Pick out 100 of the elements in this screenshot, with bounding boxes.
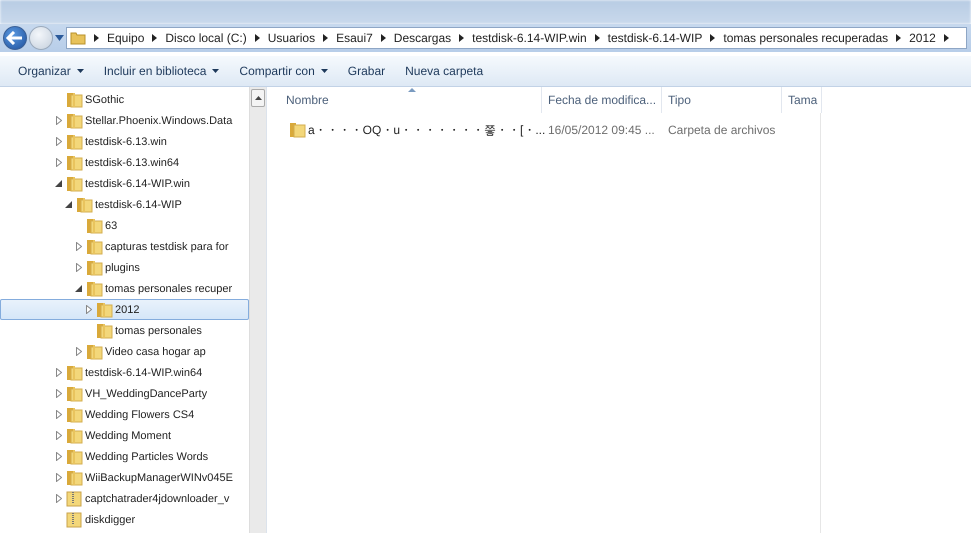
chevron-icon[interactable]: [459, 34, 464, 42]
sort-arrow-icon: [408, 88, 416, 92]
caret-icon: [76, 69, 84, 73]
folder-icon: [85, 280, 103, 296]
expand-arrow-icon[interactable]: [56, 368, 62, 377]
breadcrumb-item[interactable]: testdisk-6.14-WIP: [608, 31, 702, 45]
folder-icon: [65, 386, 83, 402]
folder-icon: [65, 428, 83, 444]
expand-arrow-icon[interactable]: [56, 473, 62, 482]
caret-icon: [212, 69, 220, 73]
folder-icon: [75, 196, 93, 212]
breadcrumb-item[interactable]: tomas personales recuperadas: [723, 31, 888, 45]
folder-icon: [65, 406, 83, 422]
tree-item[interactable]: testdisk-6.14-WIP.win64: [0, 362, 249, 383]
breadcrumb-item[interactable]: Esaui7: [336, 31, 373, 45]
tree-item[interactable]: Wedding Moment: [0, 425, 249, 446]
tree-item[interactable]: VH_WeddingDanceParty: [0, 383, 249, 404]
folder-icon: [65, 448, 83, 464]
folder-icon: [65, 112, 83, 128]
expand-arrow-icon[interactable]: [56, 410, 62, 419]
tree-item[interactable]: 2012: [0, 299, 249, 320]
back-button[interactable]: [3, 26, 27, 50]
breadcrumb-item[interactable]: Descargas: [394, 31, 452, 45]
chevron-icon[interactable]: [254, 34, 260, 42]
folder-icon: [85, 238, 103, 254]
folder-icon: [95, 322, 113, 338]
tree-item[interactable]: 63: [0, 215, 249, 236]
tree-item[interactable]: WiiBackupManagerWINv045E: [0, 467, 249, 488]
chevron-icon[interactable]: [594, 34, 600, 42]
scrollbar[interactable]: [249, 87, 266, 533]
expand-arrow-icon[interactable]: [56, 431, 62, 440]
folder-icon: [65, 470, 83, 486]
collapse-arrow-icon[interactable]: [55, 180, 62, 187]
chevron-icon[interactable]: [896, 34, 902, 42]
tree-item[interactable]: testdisk-6.14-WIP.win: [0, 173, 249, 194]
breadcrumb-item[interactable]: Usuarios: [268, 31, 316, 45]
address-bar[interactable]: Equipo Disco local (C:) Usuarios Esaui7 Descargas testdisk-6.14-WIP.win testdisk-6.14-WIP tomas personales recuperadas 2012: [66, 27, 967, 49]
chevron-icon[interactable]: [710, 34, 716, 42]
collapse-arrow-icon[interactable]: [65, 201, 72, 208]
breadcrumb-item[interactable]: Equipo: [107, 31, 144, 45]
history-dropdown-icon[interactable]: [55, 35, 64, 41]
folder-icon: [288, 122, 306, 138]
expand-arrow-icon[interactable]: [76, 263, 82, 272]
expand-arrow-icon[interactable]: [86, 305, 92, 314]
toolbar-button[interactable]: Incluir en biblioteca: [94, 60, 230, 82]
tree-item[interactable]: diskdigger: [0, 509, 249, 530]
column-header[interactable]: Nombre: [280, 87, 542, 113]
chevron-icon[interactable]: [944, 34, 949, 42]
tree-item[interactable]: testdisk-6.13.win64: [0, 152, 249, 173]
folder-icon: [85, 260, 103, 276]
chevron-icon[interactable]: [94, 34, 99, 42]
expand-arrow-icon[interactable]: [56, 158, 62, 167]
folder-icon: [95, 302, 113, 318]
folder-icon: [85, 218, 103, 234]
expand-arrow-icon[interactable]: [56, 116, 62, 125]
tree-item[interactable]: tomas personales recuper: [0, 278, 249, 299]
toolbar-button[interactable]: Organizar: [8, 60, 94, 82]
folder-icon: [65, 176, 83, 192]
folder-icon: [65, 364, 83, 380]
expand-arrow-icon[interactable]: [56, 389, 62, 398]
chevron-icon[interactable]: [323, 34, 328, 42]
folder-icon: [70, 31, 86, 45]
collapse-arrow-icon[interactable]: [75, 285, 82, 292]
tree-item[interactable]: captchatrader4jdownloader_v: [0, 488, 249, 509]
folder-icon: [65, 92, 83, 108]
tree-item[interactable]: plugins: [0, 257, 249, 278]
expand-arrow-icon[interactable]: [76, 347, 82, 356]
folder-icon: [65, 134, 83, 150]
tree-item[interactable]: testdisk-6.13.win: [0, 131, 249, 152]
zip-folder-icon: [65, 490, 83, 506]
column-header[interactable]: Fecha de modifica...: [542, 87, 662, 113]
tree-item[interactable]: Wedding Flowers CS4: [0, 404, 249, 425]
toolbar-button[interactable]: Compartir con: [229, 60, 338, 82]
tree-item[interactable]: Wedding Particles Words: [0, 446, 249, 467]
toolbar-button[interactable]: Nueva carpeta: [395, 60, 494, 82]
toolbar-button[interactable]: Grabar: [338, 60, 396, 82]
expand-arrow-icon[interactable]: [56, 494, 62, 503]
expand-arrow-icon[interactable]: [76, 242, 82, 251]
expand-arrow-icon[interactable]: [56, 452, 62, 461]
column-header[interactable]: Tipo: [662, 87, 782, 113]
tree-item[interactable]: tomas personales: [0, 320, 249, 341]
tree-item[interactable]: Video casa hogar ap: [0, 341, 249, 362]
folder-icon: [65, 154, 83, 170]
tree-item[interactable]: SGothic: [0, 89, 249, 110]
column-header[interactable]: Tama: [782, 87, 822, 113]
tree-item[interactable]: capturas testdisk para for: [0, 236, 249, 257]
caret-icon: [320, 69, 328, 73]
expand-arrow-icon[interactable]: [56, 137, 62, 146]
breadcrumb-item[interactable]: Disco local (C:): [165, 31, 247, 45]
tree-item[interactable]: testdisk-6.14-WIP: [0, 194, 249, 215]
breadcrumb-item[interactable]: testdisk-6.14-WIP.win: [472, 31, 587, 45]
zip-folder-icon: [65, 512, 83, 528]
folder-icon: [85, 344, 103, 360]
table-cell: a・・・・OQ・u・・・・・・・쯯・・[・...: [308, 122, 546, 138]
chevron-icon[interactable]: [152, 34, 158, 42]
tree-item[interactable]: Stellar.Phoenix.Windows.Data: [0, 110, 249, 131]
chevron-icon[interactable]: [380, 34, 386, 42]
table-cell: Carpeta de archivos: [668, 123, 776, 137]
breadcrumb-item[interactable]: 2012: [909, 31, 936, 45]
scroll-up-icon[interactable]: [254, 96, 262, 100]
